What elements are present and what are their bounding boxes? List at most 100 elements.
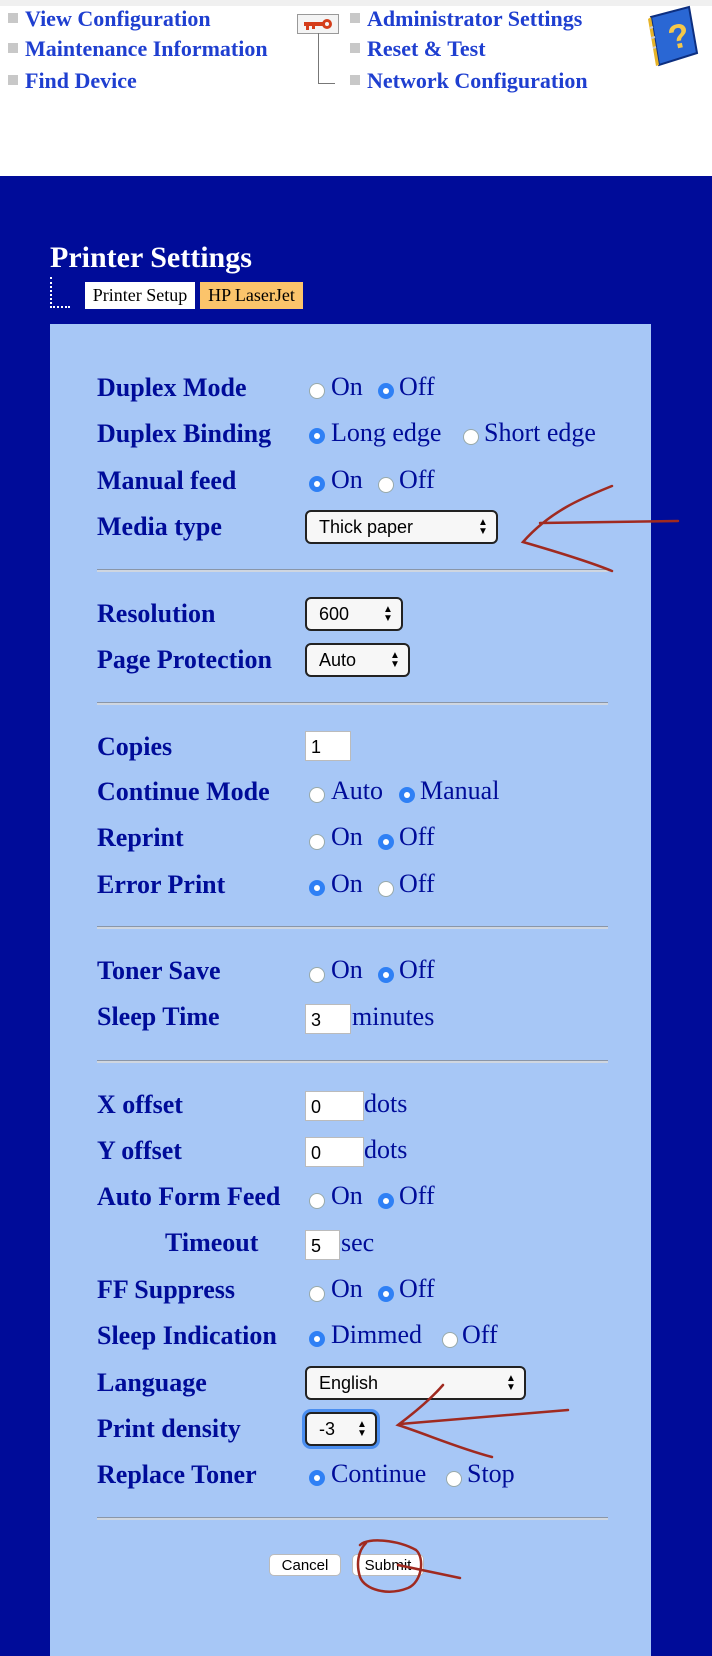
page-title: Printer Settings: [50, 241, 252, 274]
sleep-indication-dimmed-radio[interactable]: [309, 1331, 325, 1347]
sleep-indication-off-text: Off: [462, 1320, 498, 1349]
resolution-label: Resolution: [97, 599, 216, 628]
duplex-mode-on-text: On: [331, 372, 363, 401]
divider: [97, 926, 608, 929]
duplex-binding-long-edge-text: Long edge: [331, 418, 442, 447]
page-protection-label: Page Protection: [97, 645, 272, 674]
bullet-icon: [8, 75, 18, 85]
print-density-value: -3: [319, 1419, 336, 1439]
sleep-time-input[interactable]: 3: [305, 1004, 351, 1034]
print-density-label: Print density: [97, 1414, 241, 1443]
cancel-button[interactable]: Cancel: [269, 1554, 341, 1576]
error-print-label: Error Print: [97, 870, 226, 899]
nav-reset-test[interactable]: Reset & Test: [367, 36, 486, 62]
reprint-label: Reprint: [97, 823, 184, 852]
replace-toner-continue-text: Continue: [331, 1459, 427, 1488]
sleep-indication-dimmed-text: Dimmed: [331, 1320, 422, 1349]
replace-toner-stop-text: Stop: [467, 1459, 515, 1488]
x-offset-label: X offset: [97, 1090, 183, 1119]
sleep-time-unit: minutes: [352, 1002, 435, 1031]
manual-feed-off-radio[interactable]: [378, 477, 394, 493]
error-print-off-radio[interactable]: [378, 881, 394, 897]
nav-maintenance-information[interactable]: Maintenance Information: [25, 36, 268, 62]
continue-mode-auto-text: Auto: [331, 776, 383, 805]
bullet-icon: [8, 13, 18, 23]
duplex-binding-long-edge-radio[interactable]: [309, 428, 325, 444]
manual-feed-on-radio[interactable]: [309, 476, 325, 492]
toner-save-label: Toner Save: [97, 956, 221, 985]
nav-network-configuration[interactable]: Network Configuration: [367, 68, 588, 94]
y-offset-input[interactable]: 0: [305, 1137, 364, 1167]
continue-mode-auto-radio[interactable]: [309, 787, 325, 803]
duplex-binding-short-edge-text: Short edge: [484, 418, 596, 447]
resolution-select[interactable]: 600 ▲ ▼: [305, 597, 403, 631]
print-density-select[interactable]: -3 ▲ ▼: [305, 1412, 377, 1446]
x-offset-unit: dots: [364, 1089, 408, 1118]
duplex-mode-label: Duplex Mode: [97, 373, 247, 402]
chevron-updown-icon: ▲ ▼: [506, 1373, 516, 1393]
duplex-binding-label: Duplex Binding: [97, 419, 272, 448]
language-value: English: [319, 1373, 379, 1393]
bullet-icon: [350, 75, 360, 85]
toner-save-on-radio[interactable]: [309, 967, 325, 983]
bullet-icon: [350, 43, 360, 53]
key-icon: [297, 14, 339, 34]
bullet-icon: [350, 13, 360, 23]
duplex-mode-off-radio[interactable]: [378, 383, 394, 399]
divider: [97, 1517, 608, 1520]
reprint-off-radio[interactable]: [378, 834, 394, 850]
media-type-value: Thick paper: [319, 517, 414, 537]
ff-suppress-off-radio[interactable]: [378, 1286, 394, 1302]
auto-form-feed-on-text: On: [331, 1181, 363, 1210]
tab-hp-laserjet[interactable]: HP LaserJet: [200, 282, 303, 309]
manual-feed-on-text: On: [331, 465, 363, 494]
breadcrumb-connector: [50, 277, 70, 308]
media-type-select[interactable]: Thick paper ▲ ▼: [305, 510, 498, 544]
auto-form-feed-on-radio[interactable]: [309, 1193, 325, 1209]
divider: [97, 569, 608, 572]
reprint-on-radio[interactable]: [309, 834, 325, 850]
x-offset-input[interactable]: 0: [305, 1091, 364, 1121]
nav-administrator-settings[interactable]: Administrator Settings: [367, 6, 582, 32]
ff-suppress-label: FF Suppress: [97, 1275, 235, 1304]
toner-save-off-radio[interactable]: [378, 967, 394, 983]
chevron-updown-icon: ▲ ▼: [390, 650, 400, 670]
language-select[interactable]: English ▲ ▼: [305, 1366, 526, 1400]
page-protection-select[interactable]: Auto ▲ ▼: [305, 643, 410, 677]
duplex-mode-off-text: Off: [399, 372, 435, 401]
nav-view-configuration[interactable]: View Configuration: [25, 6, 211, 32]
tab-printer-setup[interactable]: Printer Setup: [85, 282, 195, 309]
auto-form-feed-label: Auto Form Feed: [97, 1182, 281, 1211]
bullet-icon: [8, 43, 18, 53]
timeout-input[interactable]: 5: [305, 1230, 340, 1260]
error-print-on-radio[interactable]: [309, 880, 325, 896]
continue-mode-manual-radio[interactable]: [399, 787, 415, 803]
copies-input[interactable]: 1: [305, 731, 351, 761]
replace-toner-label: Replace Toner: [97, 1460, 257, 1489]
media-type-label: Media type: [97, 512, 222, 541]
y-offset-label: Y offset: [97, 1136, 182, 1165]
nav-find-device[interactable]: Find Device: [25, 68, 137, 94]
reprint-on-text: On: [331, 822, 363, 851]
language-label: Language: [97, 1368, 207, 1397]
manual-feed-off-text: Off: [399, 465, 435, 494]
ff-suppress-on-radio[interactable]: [309, 1286, 325, 1302]
replace-toner-stop-radio[interactable]: [446, 1471, 462, 1487]
chevron-updown-icon: ▲ ▼: [383, 604, 393, 624]
help-book-icon[interactable]: ?: [645, 5, 701, 67]
error-print-on-text: On: [331, 869, 363, 898]
duplex-binding-short-edge-radio[interactable]: [463, 429, 479, 445]
replace-toner-continue-radio[interactable]: [309, 1470, 325, 1486]
ff-suppress-on-text: On: [331, 1274, 363, 1303]
page-protection-value: Auto: [319, 650, 357, 670]
sleep-time-label: Sleep Time: [97, 1002, 220, 1031]
toner-save-off-text: Off: [399, 955, 435, 984]
toner-save-on-text: On: [331, 955, 363, 984]
ff-suppress-off-text: Off: [399, 1274, 435, 1303]
continue-mode-manual-text: Manual: [420, 776, 500, 805]
submit-button[interactable]: Submit: [352, 1554, 424, 1576]
tree-connector: [318, 33, 335, 84]
auto-form-feed-off-radio[interactable]: [378, 1193, 394, 1209]
duplex-mode-on-radio[interactable]: [309, 383, 325, 399]
sleep-indication-off-radio[interactable]: [442, 1332, 458, 1348]
